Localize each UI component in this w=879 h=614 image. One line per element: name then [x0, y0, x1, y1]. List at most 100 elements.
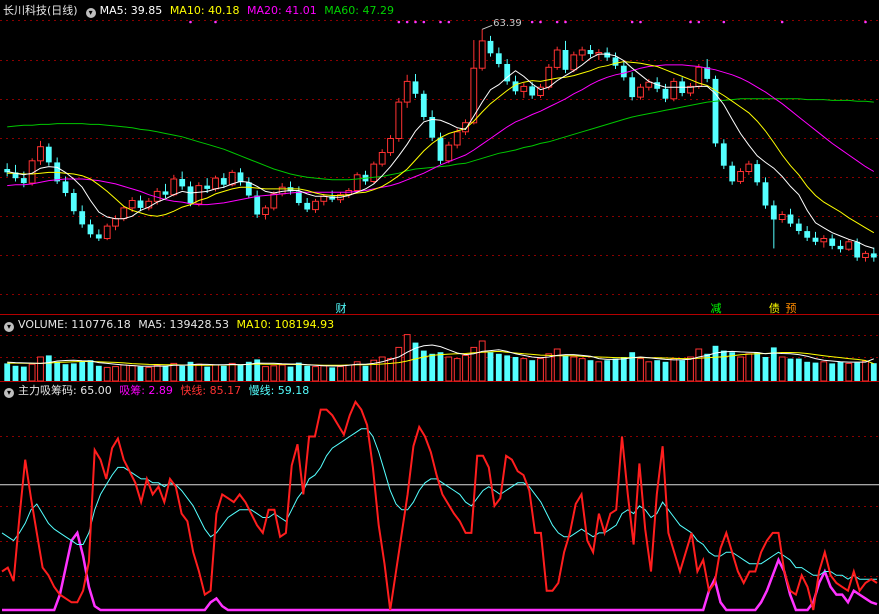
indicator-legend: ▾ 主力吸筹码: 65.00 吸筹: 2.89 快线: 85.17 慢线: 59.…: [0, 383, 313, 399]
signal-dot: [405, 20, 409, 24]
volume-bar: [712, 345, 719, 381]
volume-bar: [54, 361, 61, 381]
ma60-value: MA60: 47.29: [324, 4, 394, 17]
candle-body: [87, 224, 94, 235]
candle-body: [804, 231, 811, 238]
volume-bar: [862, 360, 869, 382]
volume-bar: [595, 361, 603, 382]
volume-bar: [228, 362, 236, 382]
volume-bar: [512, 357, 519, 381]
volume-bar: [687, 356, 694, 382]
event-marker[interactable]: 预: [785, 302, 798, 315]
volume-legend: ▾ VOLUME: 110776.18 MA5: 139428.53 MA10: …: [0, 317, 338, 333]
candle-body: [270, 193, 278, 209]
volume-bar: [120, 364, 128, 382]
candle-body: [578, 49, 586, 56]
candle-body: [445, 144, 453, 162]
candle-body: [262, 207, 269, 215]
volume-bar: [403, 334, 411, 382]
volume-bar: [845, 362, 853, 382]
signal-dot: [189, 20, 192, 24]
volume-bar: [445, 356, 453, 382]
volume-bar: [820, 361, 828, 382]
volume-bar: [762, 357, 769, 381]
volume-bar: [329, 367, 336, 381]
signal-dot: [639, 20, 642, 24]
event-marker[interactable]: 财: [335, 302, 348, 315]
volume-bar: [287, 366, 294, 381]
signal-dot: [397, 20, 401, 24]
volume-bar: [128, 365, 136, 382]
vol-ma10-value: MA10: 108194.93: [236, 318, 335, 331]
signal-dot: [564, 20, 567, 24]
candle-body: [587, 50, 594, 55]
signal-dot: [214, 20, 217, 24]
gear-icon[interactable]: ▾: [4, 388, 14, 398]
candle-body: [103, 225, 111, 240]
candle-body: [645, 81, 653, 88]
volume-bar: [720, 350, 727, 381]
candle-body: [70, 193, 77, 212]
volume-bar: [478, 340, 486, 382]
stock-title: 长川科技(日线): [3, 4, 78, 17]
volume-value: VOLUME: 110776.18: [18, 318, 131, 331]
gear-icon[interactable]: ▾: [4, 322, 14, 332]
candle-body: [212, 177, 219, 190]
candle-body: [620, 65, 627, 78]
volume-bar: [529, 360, 536, 381]
volume-bar: [670, 358, 678, 382]
candle-body: [237, 172, 244, 183]
candle-body: [245, 182, 252, 196]
event-marker[interactable]: 减: [710, 302, 723, 315]
volume-bar: [612, 358, 619, 381]
ma10-value: MA10: 40.18: [169, 4, 240, 17]
candle-body: [629, 77, 636, 98]
indicator-name: 主力吸筹码: [18, 384, 73, 397]
volume-bar: [495, 353, 502, 381]
volume-bar: [545, 353, 553, 382]
candle-body: [278, 186, 286, 195]
volume-bar: [854, 362, 861, 381]
candle-body: [120, 207, 128, 220]
volume-bar: [870, 363, 877, 381]
volume-bar: [629, 352, 636, 381]
candle-body: [220, 178, 227, 185]
price-legend: 长川科技(日线) ▾ MA5: 39.85 MA10: 40.18 MA20: 41…: [0, 3, 398, 19]
volume-bar: [270, 365, 278, 382]
volume-bar: [262, 366, 269, 382]
volume-bar: [604, 360, 611, 381]
volume-bar: [420, 350, 427, 381]
volume-bar: [553, 348, 561, 382]
volume-bar: [278, 364, 286, 382]
candle-body: [387, 138, 394, 154]
candle-body: [570, 54, 578, 71]
signal-dot: [530, 20, 534, 24]
candle-body: [662, 88, 669, 99]
volume-bar: [620, 357, 627, 381]
signal-dot: [722, 20, 726, 24]
volume-bar: [395, 346, 403, 382]
candle-body: [453, 131, 461, 146]
candle-body: [128, 200, 136, 209]
candle-body: [754, 164, 761, 183]
candle-body: [670, 80, 678, 100]
volume-bar: [304, 365, 311, 381]
gear-icon[interactable]: ▾: [85, 8, 96, 18]
candle-body: [395, 101, 403, 139]
kline-chart[interactable]: [0, 0, 879, 614]
candle-body: [437, 137, 444, 161]
volume-bar: [462, 354, 469, 382]
volume-bar: [95, 365, 102, 381]
event-marker[interactable]: 债: [768, 302, 781, 315]
slow-line-value: 慢线: 59.18: [248, 384, 310, 397]
volume-bar: [62, 364, 69, 381]
candle-body: [187, 186, 194, 204]
volume-bar: [778, 356, 786, 382]
volume-bar: [320, 365, 328, 382]
signal-dot: [864, 20, 867, 24]
volume-bar: [662, 361, 669, 381]
candle-body: [378, 152, 386, 165]
volume-bar: [804, 361, 811, 381]
volume-bar: [378, 356, 386, 382]
candle-body: [470, 67, 478, 124]
